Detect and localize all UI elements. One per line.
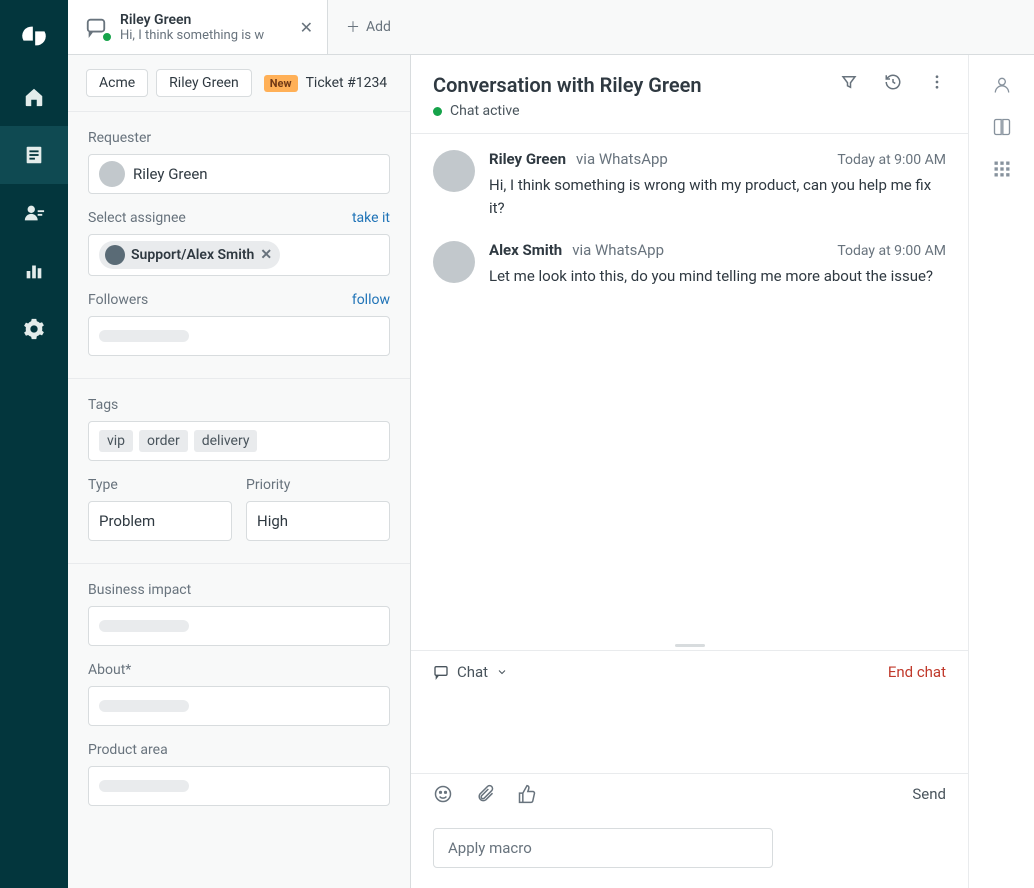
plus-icon: ＋ (346, 17, 360, 37)
reply-composer[interactable] (411, 693, 968, 773)
nav-rail (0, 0, 68, 888)
requester-field[interactable]: Riley Green (88, 154, 390, 194)
requester-panel: Requester Riley Green Select assignee ta… (68, 111, 410, 378)
more-icon[interactable] (928, 73, 946, 91)
message-author: Alex Smith (489, 241, 562, 259)
add-tab-button[interactable]: ＋ Add (328, 0, 409, 54)
message-via: via WhatsApp (572, 241, 664, 259)
requester-label: Requester (88, 130, 151, 146)
message-via: via WhatsApp (576, 150, 668, 168)
business-impact-field[interactable] (88, 606, 390, 646)
tag[interactable]: order (139, 430, 188, 452)
reply-channel-bar: Chat End chat (411, 650, 968, 693)
conversation-panel: Conversation with Riley Green Chat activ… (411, 55, 968, 888)
chip-remove-icon[interactable]: ✕ (260, 247, 272, 263)
new-badge: New (264, 75, 298, 92)
about-label: About* (88, 662, 390, 678)
knowledge-icon[interactable] (992, 117, 1012, 137)
business-impact-label: Business impact (88, 582, 390, 598)
custom-fields-panel: Business impact About* Product area (68, 563, 410, 828)
avatar (99, 161, 125, 187)
channel-select[interactable]: Chat (433, 663, 508, 681)
attachment-icon[interactable] (475, 784, 495, 804)
tab-subtitle: Hi, I think something is w (120, 28, 300, 43)
message-time: Today at 9:00 AM (837, 152, 946, 168)
tag[interactable]: delivery (194, 430, 258, 452)
crumb-org[interactable]: Acme (86, 69, 148, 97)
macro-bar: Apply macro (411, 814, 968, 888)
end-chat-button[interactable]: End chat (888, 663, 946, 681)
thumbs-up-icon[interactable] (517, 784, 537, 804)
tags-label: Tags (88, 397, 118, 413)
message-text: Hi, I think something is wrong with my p… (489, 174, 946, 219)
priority-label: Priority (246, 477, 390, 493)
avatar (105, 245, 125, 265)
ticket-tab[interactable]: Riley Green Hi, I think something is w ✕ (68, 0, 328, 54)
emoji-icon[interactable] (433, 784, 453, 804)
message-time: Today at 9:00 AM (837, 243, 946, 259)
type-label: Type (88, 477, 232, 493)
message-text: Let me look into this, do you mind telli… (489, 265, 946, 288)
message-list: Riley Green via WhatsApp Today at 9:00 A… (411, 134, 968, 640)
nav-customers[interactable] (0, 184, 68, 242)
apps-icon[interactable] (992, 159, 1012, 179)
conversation-header: Conversation with Riley Green Chat activ… (411, 55, 968, 134)
tab-title: Riley Green (120, 12, 300, 28)
tags-field[interactable]: vip order delivery (88, 421, 390, 461)
conversation-status: Chat active (433, 103, 840, 119)
chevron-down-icon (496, 666, 508, 678)
about-field[interactable] (88, 686, 390, 726)
type-select[interactable]: Problem (88, 501, 232, 541)
nav-admin[interactable] (0, 300, 68, 358)
apply-macro-select[interactable]: Apply macro (433, 828, 773, 868)
workspace: Acme Riley Green New Ticket #1234 Reques… (68, 55, 1034, 888)
editor-toolbar: Send (411, 773, 968, 814)
followers-field[interactable] (88, 316, 390, 356)
send-button[interactable]: Send (912, 785, 946, 803)
main: Riley Green Hi, I think something is w ✕… (68, 0, 1034, 888)
filter-icon[interactable] (840, 73, 858, 91)
message-author: Riley Green (489, 150, 566, 168)
status-dot-icon (433, 107, 442, 116)
product-area-label: Product area (88, 742, 390, 758)
chat-icon (82, 13, 110, 41)
crumb-ticket[interactable]: New Ticket #1234 (260, 70, 391, 97)
message: Riley Green via WhatsApp Today at 9:00 A… (433, 150, 946, 219)
avatar (433, 241, 475, 283)
assignee-label: Select assignee (88, 210, 186, 226)
history-icon[interactable] (884, 73, 902, 91)
breadcrumb: Acme Riley Green New Ticket #1234 (68, 55, 410, 111)
assignee-chip: Support/Alex Smith ✕ (99, 241, 280, 269)
tabbar: Riley Green Hi, I think something is w ✕… (68, 0, 1034, 55)
chat-icon (433, 664, 449, 680)
placeholder (99, 330, 189, 342)
priority-select[interactable]: High (246, 501, 390, 541)
message: Alex Smith via WhatsApp Today at 9:00 AM… (433, 241, 946, 288)
tag[interactable]: vip (99, 430, 133, 452)
user-icon[interactable] (992, 75, 1012, 95)
tags-panel: Tags vip order delivery Type Problem (68, 378, 410, 563)
product-area-field[interactable] (88, 766, 390, 806)
assignee-field[interactable]: Support/Alex Smith ✕ (88, 234, 390, 276)
nav-home[interactable] (0, 68, 68, 126)
nav-reporting[interactable] (0, 242, 68, 300)
nav-views[interactable] (0, 126, 68, 184)
avatar (433, 150, 475, 192)
take-it-link[interactable]: take it (352, 210, 390, 226)
status-dot-icon (102, 32, 112, 42)
ticket-sidebar: Acme Riley Green New Ticket #1234 Reques… (68, 55, 411, 888)
conversation-title: Conversation with Riley Green (433, 73, 840, 97)
crumb-requester[interactable]: Riley Green (156, 69, 252, 97)
zendesk-logo (20, 22, 48, 50)
follow-link[interactable]: follow (352, 292, 390, 308)
context-rail (968, 55, 1034, 888)
followers-label: Followers (88, 292, 148, 308)
resize-handle[interactable] (411, 640, 968, 650)
tab-close-button[interactable]: ✕ (300, 18, 313, 37)
